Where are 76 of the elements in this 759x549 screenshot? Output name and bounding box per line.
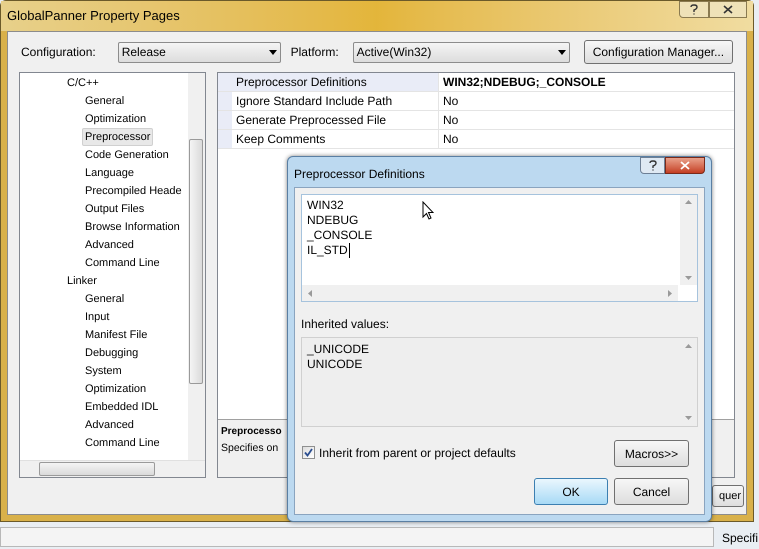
- scroll-up-arrow-icon[interactable]: [685, 344, 692, 348]
- vertical-scrollbar[interactable]: [188, 73, 205, 461]
- help-icon: [690, 4, 698, 15]
- description-title: Preprocesso: [221, 425, 282, 439]
- property-name[interactable]: Preprocessor Definitions: [232, 73, 439, 91]
- dialog-title: Preprocessor Definitions: [294, 166, 425, 183]
- scroll-thumb[interactable]: [189, 139, 203, 384]
- inherited-value: _UNICODE: [307, 342, 370, 357]
- window-title: GlobalPanner Property Pages: [7, 7, 180, 26]
- help-button[interactable]: [679, 1, 709, 18]
- tree-item[interactable]: Command Line: [82, 254, 163, 272]
- apply-button[interactable]: quer: [712, 485, 744, 507]
- definition-line: _CONSOLE: [307, 228, 372, 243]
- tree-item[interactable]: Code Generation: [82, 146, 172, 164]
- close-button[interactable]: [665, 157, 705, 174]
- row-gutter: [218, 73, 232, 91]
- mouse-cursor-icon: [422, 201, 434, 220]
- tree-item[interactable]: General: [82, 290, 128, 308]
- row-gutter: [218, 130, 232, 148]
- checkmark-icon: [304, 448, 313, 457]
- tree-item[interactable]: Embedded IDL: [82, 398, 162, 416]
- property-value: No: [443, 93, 458, 110]
- tree-item[interactable]: Linker: [64, 272, 100, 290]
- tree-item[interactable]: Debugging: [82, 344, 142, 362]
- tree-item[interactable]: Command Line: [82, 434, 163, 452]
- scroll-thumb[interactable]: [39, 462, 155, 476]
- background-text: Specifi: [722, 530, 758, 547]
- tree-item[interactable]: General: [82, 92, 128, 110]
- inherited-value: UNICODE: [307, 357, 364, 372]
- tree-item[interactable]: Browse Information: [82, 218, 183, 236]
- tree-item[interactable]: Preprocessor: [82, 128, 154, 146]
- scroll-right-arrow-icon[interactable]: [668, 290, 672, 296]
- platform-label: Platform:: [290, 44, 339, 61]
- property-value: No: [443, 131, 458, 148]
- horizontal-scrollbar[interactable]: [20, 460, 205, 477]
- configuration-label: Configuration:: [21, 44, 96, 61]
- inherited-values-label: Inherited values:: [301, 316, 390, 333]
- inherit-checkbox[interactable]: [302, 446, 315, 459]
- cancel-button[interactable]: Cancel: [614, 478, 689, 505]
- tree-item[interactable]: Language: [82, 164, 137, 182]
- help-button[interactable]: [640, 157, 665, 174]
- property-value: WIN32;NDEBUG;_CONSOLE: [443, 74, 606, 91]
- property-value: No: [443, 112, 458, 129]
- tree-item[interactable]: C/C++: [64, 74, 102, 92]
- macros-button[interactable]: Macros>>: [614, 440, 689, 467]
- row-gutter: [218, 111, 232, 129]
- help-icon: [648, 160, 656, 171]
- close-icon: [680, 161, 690, 170]
- tree-item[interactable]: System: [82, 362, 125, 380]
- scroll-up-arrow-icon[interactable]: [685, 200, 692, 204]
- close-button[interactable]: [709, 1, 747, 18]
- tree-item[interactable]: Advanced: [82, 416, 137, 434]
- inherit-checkbox-label: Inherit from parent or project defaults: [319, 445, 516, 462]
- definitions-field[interactable]: WIN32 NDEBUG _CONSOLE IL_STD: [301, 194, 698, 302]
- definition-line: NDEBUG: [307, 213, 360, 228]
- scroll-left-arrow-icon[interactable]: [308, 290, 312, 296]
- configuration-dropdown[interactable]: Release: [118, 42, 281, 62]
- ok-button[interactable]: OK: [534, 478, 608, 505]
- tree-item[interactable]: Manifest File: [82, 326, 150, 344]
- scroll-down-arrow-icon[interactable]: [685, 276, 692, 280]
- definition-line: WIN32: [307, 198, 345, 213]
- close-icon: [723, 5, 733, 14]
- configuration-manager-button[interactable]: Configuration Manager...: [584, 40, 733, 64]
- platform-dropdown[interactable]: Active(Win32): [352, 42, 570, 62]
- dropdown-arrow-icon: [558, 50, 566, 54]
- dropdown-arrow-icon: [268, 50, 277, 54]
- tree-item[interactable]: Output Files: [82, 200, 148, 218]
- definition-line: IL_STD: [307, 243, 350, 258]
- row-gutter: [218, 92, 232, 110]
- tree-item[interactable]: Input: [82, 308, 112, 326]
- tree-item[interactable]: Optimization: [82, 110, 150, 128]
- tree-item[interactable]: Advanced: [82, 236, 137, 254]
- tree-item[interactable]: Precompiled Heade: [82, 182, 185, 200]
- tree-item[interactable]: Optimization: [82, 380, 150, 398]
- description-text: Specifies on: [221, 441, 278, 456]
- scroll-down-arrow-icon[interactable]: [685, 416, 692, 420]
